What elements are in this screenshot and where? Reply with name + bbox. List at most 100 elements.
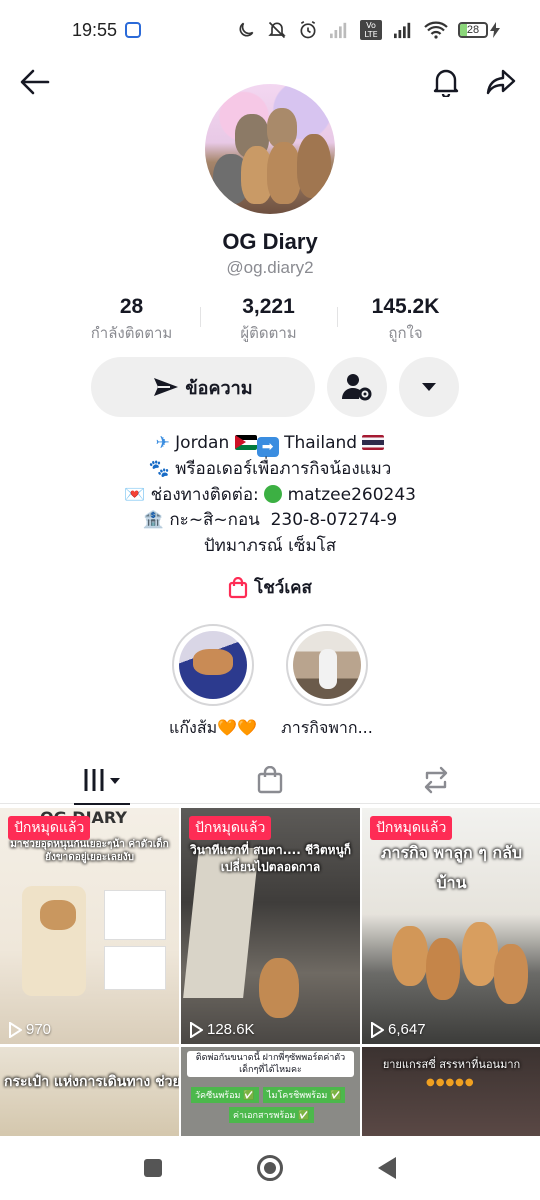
- video-thumbnail[interactable]: ติดพ่อกันขนาดนี้ ฝากพี่ๆซัพพอร์ตค่าตัวเด…: [181, 1047, 360, 1136]
- shopping-bag-outline-icon: [257, 766, 283, 794]
- bio-destination: Thailand: [284, 433, 358, 453]
- tab-reposts[interactable]: [346, 756, 526, 804]
- circle-home-icon: [256, 1155, 283, 1181]
- video-thumbnail[interactable]: กระเป๋า แห่งการเดินทาง ช่วยกันส่งเด็กๆกล…: [0, 1047, 179, 1136]
- video-caption: ภารกิจ พาลูก ๆ กลับ บ้าน: [380, 843, 523, 892]
- repost-icon: [424, 766, 448, 794]
- username: @og.diary2: [226, 258, 314, 277]
- back-button[interactable]: [13, 60, 57, 104]
- love-letter-icon: 💌: [124, 484, 146, 505]
- message-button[interactable]: ข้อความ: [91, 357, 315, 417]
- share-button[interactable]: [479, 60, 523, 104]
- signal-x-icon: [330, 22, 347, 39]
- status-chip: ไมโครชิพพร้อม ✅: [263, 1087, 346, 1103]
- bio-bank-account: กะ~สิ~กอน 230-8-07274-9: [169, 510, 398, 530]
- pinned-badge: ปักหมุดแล้ว: [189, 816, 272, 840]
- mute-icon: [268, 21, 286, 39]
- video-caption: กระเป๋า แห่งการเดินทาง ช่วยกันส่งเด็กๆกล…: [4, 1074, 179, 1090]
- active-tab-indicator: [74, 803, 130, 805]
- play-icon: [190, 1021, 203, 1038]
- video-caption: ยายแกรสซี่ สรรหาที่นอนมาก: [382, 1058, 521, 1071]
- followers-stat[interactable]: 3,221 ผู้ติดตาม: [200, 295, 337, 345]
- view-count-value: 128.6K: [207, 1021, 255, 1038]
- content-tabs: [0, 756, 540, 805]
- profile-avatar[interactable]: [205, 84, 335, 214]
- followers-label: ผู้ติดตาม: [240, 324, 297, 342]
- highlight-thumbnail: [293, 631, 361, 699]
- highlight-ring: [172, 624, 254, 706]
- send-icon: [154, 378, 179, 396]
- bio-line-contact: 💌 ช่องทางติดต่อ: matzee260243: [0, 483, 540, 509]
- home-button[interactable]: [250, 1148, 290, 1188]
- likes-stat[interactable]: 145.2K ถูกใจ: [337, 295, 474, 345]
- moon-icon: [239, 22, 254, 37]
- video-thumbnail[interactable]: วินาทีแรกที่ สบตา.... ชีวิตหนูก็เปลี่ยนไ…: [181, 808, 360, 1044]
- back-arrow-icon: [20, 69, 50, 95]
- bank-icon: 🏦: [142, 510, 164, 530]
- highlight-ring: [286, 624, 368, 706]
- likes-count: 145.2K: [371, 295, 440, 318]
- bio-origin: Jordan: [175, 433, 230, 453]
- pinned-badge: ปักหมุดแล้ว: [370, 816, 453, 840]
- highlight-item[interactable]: ภารกิจพาก...: [272, 624, 382, 741]
- back-nav-button[interactable]: [367, 1148, 407, 1188]
- video-thumbnail[interactable]: OG DIARY มาช่วยอุดหนุนกันเยอะๆน้า ค่าตัว…: [0, 808, 179, 1044]
- battery-level: 28: [466, 24, 480, 36]
- view-count: 970: [8, 1021, 51, 1038]
- play-icon: [371, 1021, 384, 1038]
- bell-icon: [433, 69, 459, 97]
- status-bar: 19:55 Vo LTE 28: [0, 0, 540, 60]
- bio-preorder-text: พรีออเดอร์เพื่อภารกิจน้องแมว: [175, 459, 392, 479]
- video-thumbnail[interactable]: ภารกิจ พาลูก ๆ กลับ บ้าน ปักหมุดแล้ว 6,6…: [362, 808, 540, 1044]
- recents-button[interactable]: [133, 1148, 173, 1188]
- view-count: 128.6K: [189, 1021, 255, 1038]
- square-icon: [144, 1159, 163, 1177]
- video-thumbnail[interactable]: ยายแกรสซี่ สรรหาที่นอนมาก ●●●●●: [362, 1047, 540, 1136]
- profile-actions: ข้อความ: [91, 357, 459, 417]
- video-grid-icon: [84, 769, 120, 791]
- view-count-value: 970: [26, 1021, 52, 1038]
- airplane-icon: ✈: [155, 433, 170, 453]
- view-count: 6,647: [370, 1021, 426, 1038]
- system-nav-bar: [0, 1136, 540, 1200]
- highlight-label: แก๊งส้ม🧡🧡: [169, 718, 257, 737]
- highlight-label: ภารกิจพาก...: [281, 718, 373, 737]
- view-count-value: 6,647: [388, 1021, 426, 1038]
- followers-count: 3,221: [242, 295, 295, 318]
- profile-bio: ✈ Jordan ➡ Thailand 🐾 พรีออเดอร์เพื่อภาร…: [0, 431, 540, 559]
- alarm-icon: [300, 20, 316, 39]
- tab-videos[interactable]: [14, 756, 194, 805]
- likes-label: ถูกใจ: [388, 324, 423, 342]
- tab-shop[interactable]: [180, 756, 360, 804]
- notification-bell-button[interactable]: [424, 60, 468, 104]
- wifi-icon: [424, 21, 448, 39]
- video-caption: วินาทีแรกที่ สบตา.... ชีวิตหนูก็เปลี่ยนไ…: [189, 843, 352, 874]
- status-chip: วัคซีนพร้อม ✅: [191, 1087, 259, 1103]
- person-gear-icon: [342, 374, 372, 401]
- charging-icon: [490, 22, 500, 38]
- showcase-label: โชว์เคส: [254, 578, 312, 598]
- play-icon: [9, 1021, 22, 1038]
- status-icons: Vo LTE 28: [236, 20, 500, 40]
- volte-badge: Vo LTE: [360, 20, 382, 40]
- bio-line-route: ✈ Jordan ➡ Thailand: [0, 431, 540, 457]
- jordan-flag-icon: [234, 435, 257, 450]
- profile-stats: 28 กำลังติดตาม 3,221 ผู้ติดตาม 145.2K ถู…: [63, 295, 475, 345]
- triangle-back-icon: [377, 1157, 396, 1179]
- bio-contact-id: matzee260243: [287, 484, 416, 505]
- bio-line-preorder: 🐾 พรีออเดอร์เพื่อภารกิจน้องแมว: [0, 457, 540, 483]
- bio-line-bank: 🏦 กะ~สิ~กอน 230-8-07274-9: [0, 508, 540, 534]
- status-chip: ค่าเอกสารพร้อม ✅: [229, 1107, 314, 1123]
- status-time: 19:55: [72, 19, 118, 40]
- following-stat[interactable]: 28 กำลังติดตาม: [63, 295, 200, 345]
- video-caption: ติดพ่อกันขนาดนี้ ฝากพี่ๆซัพพอร์ตค่าตัวเด…: [187, 1051, 354, 1077]
- more-options-dropdown[interactable]: [399, 357, 459, 417]
- following-label: กำลังติดตาม: [90, 324, 173, 342]
- highlight-item[interactable]: แก๊งส้ม🧡🧡: [158, 624, 268, 741]
- showcase-link[interactable]: โชว์เคส: [0, 574, 540, 601]
- add-friend-settings-button[interactable]: [327, 357, 387, 417]
- display-name: OG Diary: [222, 229, 318, 254]
- bio-contact-label: ช่องทางติดต่อ:: [150, 484, 259, 505]
- video-grid: OG DIARY มาช่วยอุดหนุนกันเยอะๆน้า ค่าตัว…: [0, 808, 540, 1136]
- share-arrow-icon: [486, 69, 516, 95]
